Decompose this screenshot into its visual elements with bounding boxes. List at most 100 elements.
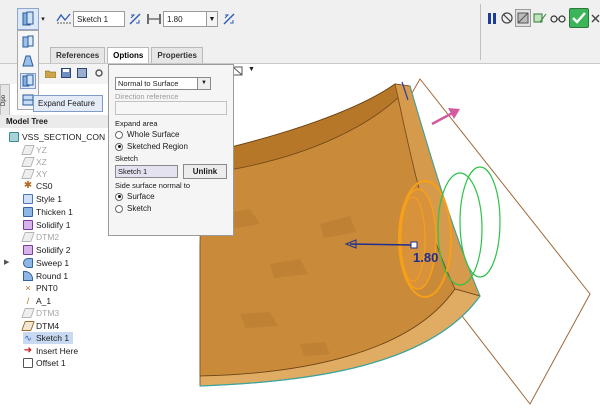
tree-item-root[interactable]: VSS_SECTION_CON [9,131,105,143]
expand-type-button[interactable] [20,73,36,89]
pause-button[interactable] [486,11,498,25]
dimension-value-label[interactable]: 1.80 [413,250,438,265]
tree-item-solidify-2[interactable]: Solidify 2 [23,244,71,256]
tree-item-style-1[interactable]: Style 1 [23,193,62,205]
depth-field[interactable]: 1.80 [163,11,207,27]
sketch-icon: ∿ [24,333,32,343]
sketch-option-label: Sketch [127,204,152,213]
round-icon [23,271,33,281]
sweep-icon [23,258,33,268]
geometry-preview-button[interactable] [532,9,548,27]
datum-plane-icon [21,145,35,155]
tree-item-sketch-1[interactable]: ∿ Sketch 1 [23,332,74,344]
navigator-tab[interactable]: Dpo [0,84,10,116]
tab-options[interactable]: Options [107,47,150,63]
tree-item-sweep-1[interactable]: Sweep 1 [23,257,69,269]
tree-item-label: Insert Here [36,346,79,356]
verify-button[interactable] [550,10,566,26]
axis-icon: / [26,296,30,306]
tree-item-dtm2[interactable]: DTM2 [21,231,60,243]
tree-item-cs0[interactable]: ✱ CS0 [23,180,53,192]
open-icon[interactable] [44,67,56,79]
sketch-label: Sketch [115,154,138,163]
whole-surface-label: Whole Surface [127,130,180,139]
chevron-down-icon[interactable]: ▼ [197,78,210,89]
tree-item-label: DTM4 [36,321,60,331]
pause-icon [488,12,496,24]
style-icon [23,194,33,204]
feature-type-tooltip: Expand Feature [33,95,103,112]
draft-offset-icon [22,55,34,67]
draft-offset-button[interactable] [20,53,36,69]
direction-reference-collector[interactable] [115,101,227,115]
surface-radio[interactable]: Surface [115,192,155,201]
cancel-button[interactable] [590,10,600,26]
tree-item-thicken-1[interactable]: Thicken 1 [23,206,73,218]
tree-item-label: XY [36,169,48,179]
feature-type-dropdown[interactable]: ▾ [39,10,47,28]
close-icon [591,14,599,22]
sketch-collector-icon[interactable] [55,9,73,27]
tree-item-label: Round 1 [36,271,69,281]
unlink-button[interactable]: Unlink [183,164,227,179]
feature-type-button[interactable] [17,8,39,30]
accept-button[interactable] [569,8,589,28]
tree-item-xz[interactable]: XZ [21,156,47,168]
datum-plane-icon [21,232,35,242]
standard-offset-icon [22,35,34,48]
sketch-radio[interactable]: Sketch [115,204,151,213]
settings-icon[interactable] [93,67,105,79]
tab-references[interactable]: References [50,47,106,63]
whole-surface-radio[interactable]: Whole Surface [115,130,179,139]
sketch-preview-curve-2 [459,166,501,278]
solidify-icon [23,245,33,255]
tree-item-pnt0[interactable]: × PNT0 [23,282,57,294]
depth-dropdown[interactable]: ▼ [206,11,218,27]
sketch-field[interactable]: Sketch 1 [73,11,125,27]
tree-item-label: DTM2 [36,232,60,242]
feature-dashboard: ▾ Sketch 1 1.80 ▼ References Options Pro… [0,0,600,64]
tree-item-label: XZ [36,157,47,167]
tree-item-solidify-1[interactable]: Solidify 1 [23,219,71,231]
radio-icon [115,142,123,151]
datum-plane-icon [21,157,35,167]
tree-item-dtm3[interactable]: DTM3 [21,307,59,319]
tree-item-dtm4[interactable]: DTM4 [21,320,60,332]
attached-preview-button[interactable] [515,9,531,27]
side-surface-label: Side surface normal to [115,181,191,190]
tree-item-offset-1[interactable]: Offset 1 [23,357,66,369]
sketch-collector[interactable]: Sketch 1 [115,165,178,178]
flip-direction-icon[interactable] [221,10,237,28]
offset-type-button[interactable] [20,34,36,50]
radio-icon [115,130,123,139]
solidify-icon [23,220,33,230]
radio-icon [115,204,123,213]
tree-item-xy[interactable]: XY [21,168,48,180]
save-icon[interactable] [60,67,72,79]
sketched-region-label: Sketched Region [127,142,188,151]
flip-sketch-icon[interactable] [127,10,143,28]
direction-reference-label: Direction reference [115,92,179,101]
depth-type-icon[interactable] [146,10,162,28]
expand-region-inner [399,188,437,290]
tree-item-a1[interactable]: / A_1 [23,295,51,307]
thicken-icon [23,207,33,217]
no-preview-button[interactable] [500,10,514,26]
offset-icon [23,358,33,368]
tree-item-yz[interactable]: YZ [21,144,47,156]
datum-plane-icon [21,308,35,318]
tree-item-label: VSS_SECTION_CON [22,132,106,142]
save-copy-icon[interactable] [76,67,88,79]
graphics-toolbar: ▼ [232,66,255,78]
tree-item-insert-here[interactable]: ➜ Insert Here [23,345,78,357]
chevron-down-icon[interactable]: ▼ [248,66,255,78]
tab-properties[interactable]: Properties [151,47,203,63]
expand-arrow-icon[interactable]: ▶ [4,258,9,266]
tree-item-label: Offset 1 [36,358,66,368]
sketched-region-radio[interactable]: Sketched Region [115,142,188,151]
model-tree-title: Model Tree [0,115,110,128]
dimension-drag-handle [410,241,418,249]
datum-plane-icon [21,169,35,179]
tree-item-round-1[interactable]: Round 1 [23,270,68,282]
radio-icon [115,192,123,201]
